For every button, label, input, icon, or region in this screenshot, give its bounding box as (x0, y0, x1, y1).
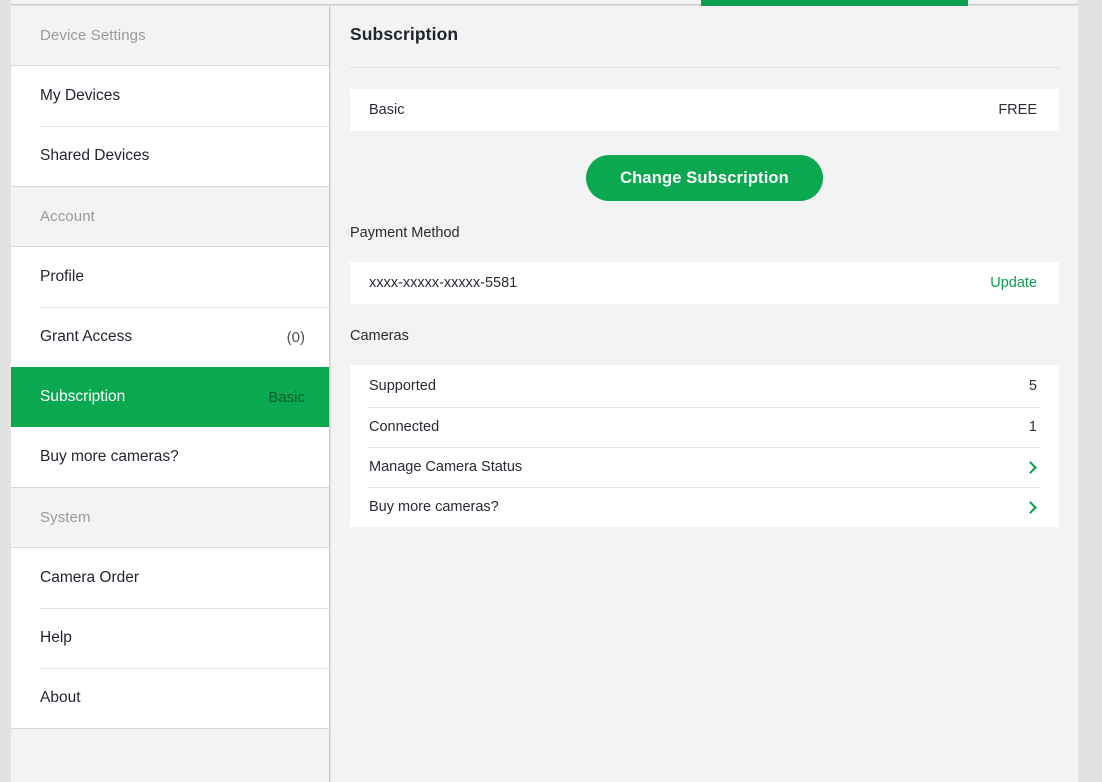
current-plan-name: Basic (369, 102, 405, 118)
current-plan-card: Basic FREE (350, 89, 1059, 131)
sidebar-item-label: Subscription (40, 388, 126, 405)
sidebar-section-title: Device Settings (40, 27, 146, 44)
sidebar-item-label: My Devices (40, 87, 121, 104)
cameras-row-label: Connected (369, 419, 440, 435)
sidebar-item-help[interactable]: Help (11, 608, 329, 668)
cameras-row-buy-more-cameras[interactable]: Buy more cameras? (350, 487, 1059, 527)
sidebar-item-about[interactable]: About (11, 668, 329, 728)
cameras-row-label: Buy more cameras? (369, 499, 499, 515)
sidebar-item-my-devices[interactable]: My Devices (11, 66, 329, 126)
sidebar-section-header-account: Account (11, 187, 329, 247)
cameras-supported-count: 5 (1028, 378, 1037, 394)
sidebar-item-profile[interactable]: Profile (11, 247, 329, 307)
update-payment-link[interactable]: Update (990, 275, 1037, 291)
payment-card-number: xxxx-xxxxx-xxxxx-5581 (369, 275, 518, 291)
sidebar-item-grant-access[interactable]: Grant Access (0) (11, 307, 329, 367)
sidebar-item-camera-order[interactable]: Camera Order (11, 548, 329, 608)
title-divider (350, 67, 1059, 68)
sidebar-item-shared-devices[interactable]: Shared Devices (11, 126, 329, 186)
cameras-row-label: Supported (369, 378, 436, 394)
sidebar-item-label: About (40, 689, 81, 706)
settings-sidebar: Device Settings My Devices Shared Device… (11, 6, 330, 782)
sidebar-item-label: Buy more cameras? (40, 448, 179, 465)
payment-method-label: Payment Method (350, 225, 460, 241)
cameras-row-connected: Connected 1 (350, 407, 1059, 447)
sidebar-item-label: Shared Devices (40, 147, 150, 164)
cameras-row-label: Manage Camera Status (369, 459, 523, 475)
chevron-right-icon (1024, 500, 1037, 514)
sidebar-item-grant-access-count: (0) (286, 328, 305, 346)
app-root: Device Settings My Devices Shared Device… (0, 0, 1102, 782)
current-plan-price: FREE (998, 102, 1037, 118)
sidebar-item-subscription-plan: Basic (268, 388, 305, 406)
change-subscription-button[interactable]: Change Subscription (586, 155, 823, 201)
cameras-label: Cameras (350, 328, 409, 344)
sidebar-group-system: Camera Order Help About (11, 548, 329, 729)
top-strip (11, 0, 1078, 6)
sidebar-group-device-settings: My Devices Shared Devices (11, 66, 329, 187)
page-title: Subscription (350, 24, 459, 44)
payment-method-row: xxxx-xxxxx-xxxxx-5581 Update (350, 262, 1059, 304)
sidebar-item-label: Camera Order (40, 569, 140, 586)
sidebar-item-buy-more-cameras[interactable]: Buy more cameras? (11, 427, 329, 487)
chevron-right-icon (1024, 460, 1037, 474)
sidebar-item-label: Grant Access (40, 328, 133, 345)
cameras-card: Supported 5 Connected 1 Manage Camera St… (350, 365, 1059, 527)
sidebar-item-label: Profile (40, 268, 84, 285)
main-content: Subscription Basic FREE Change Subscript… (331, 6, 1078, 782)
current-plan-row: Basic FREE (350, 89, 1059, 131)
sidebar-item-label: Help (40, 629, 72, 646)
cameras-connected-count: 1 (1028, 419, 1037, 435)
sidebar-section-header-device-settings: Device Settings (11, 6, 329, 66)
sidebar-group-account: Profile Grant Access (0) Subscription Ba… (11, 247, 329, 488)
cameras-row-supported: Supported 5 (350, 365, 1059, 407)
change-subscription-wrap: Change Subscription (331, 155, 1078, 201)
sidebar-item-subscription[interactable]: Subscription Basic (11, 367, 329, 427)
payment-method-card: xxxx-xxxxx-xxxxx-5581 Update (350, 262, 1059, 304)
sidebar-section-title: System (40, 509, 91, 526)
sidebar-section-header-system: System (11, 488, 329, 548)
cameras-row-manage-camera-status[interactable]: Manage Camera Status (350, 447, 1059, 487)
sidebar-section-title: Account (40, 208, 95, 225)
